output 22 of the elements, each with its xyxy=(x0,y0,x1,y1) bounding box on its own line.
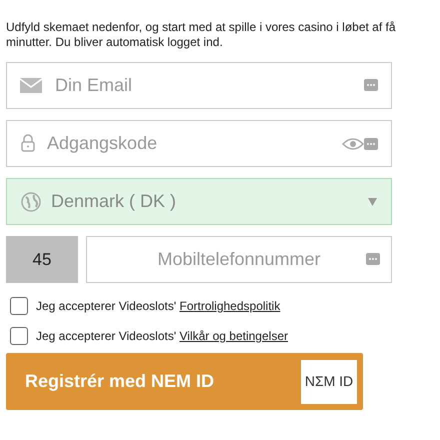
autofill-icon[interactable] xyxy=(366,253,380,265)
consent-link[interactable]: Fortrolighedspolitik xyxy=(179,299,280,313)
consent-link[interactable]: Vilkår og betingelser xyxy=(179,329,288,343)
consent-text: Jeg accepterer Videoslots' Vilkår og betingelser xyxy=(36,328,288,345)
country-code: 45 xyxy=(6,236,78,283)
nemid-logo: NΣM ID xyxy=(301,360,357,404)
email-field[interactable]: Din Email xyxy=(6,62,392,109)
lock-icon xyxy=(21,134,35,152)
consent-text: Jeg accepterer Videoslots' Fortrolighedspolitik xyxy=(36,298,280,315)
phone-field[interactable]: Mobiltelefonnummer xyxy=(86,236,392,283)
globe-icon xyxy=(21,192,41,212)
eye-icon[interactable] xyxy=(342,137,364,151)
register-button[interactable]: Registrér med NEM ID NΣM ID xyxy=(6,353,363,410)
autofill-icon[interactable] xyxy=(364,138,378,150)
envelope-icon xyxy=(20,78,42,93)
country-value: Denmark ( DK ) xyxy=(51,190,178,213)
intro-text: Udfyld skemaet nedenfor, og start med at spille i vores casino i løbet af få minutter. Du bliver automatisk logget ind. xyxy=(6,20,396,50)
checkbox[interactable] xyxy=(10,327,28,345)
dropdown-caret-icon xyxy=(368,198,377,206)
autofill-icon[interactable] xyxy=(364,79,378,91)
checkbox[interactable] xyxy=(10,297,28,315)
password-field[interactable]: Adgangskode xyxy=(6,120,392,167)
